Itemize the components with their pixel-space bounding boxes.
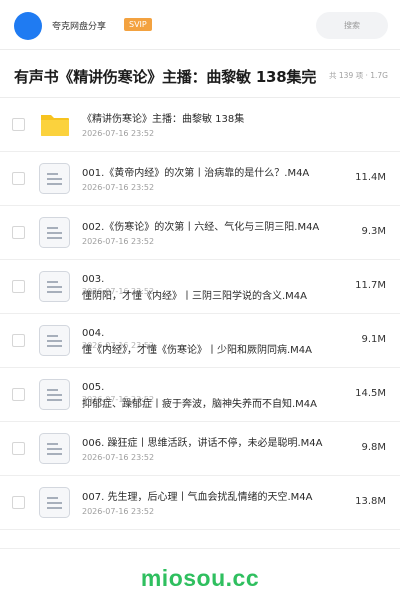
file-name: 懂阴阳，才懂《内经》丨三阴三阳学说的含义.M4A — [82, 291, 308, 302]
file-name: 002.《伤寒论》的次第丨六经、气化与三阴三阳.M4A — [82, 222, 320, 233]
file-row-folder[interactable]: 《精讲伤寒论》主播：曲黎敏 138集 2026-07-16 23:52 — [0, 98, 400, 152]
file-size: 9.8M — [361, 442, 386, 453]
row-checkbox[interactable] — [12, 280, 25, 293]
file-name-prefix: 004. — [82, 328, 105, 339]
file-name: 001.《黄帝内经》的次第丨治病靠的是什么？.M4A — [82, 168, 310, 179]
file-size: 11.4M — [355, 172, 386, 183]
file-row[interactable]: 002.《伤寒论》的次第丨六经、气化与三阴三阳.M4A 2026-07-16 2… — [0, 206, 400, 260]
document-icon — [39, 271, 70, 302]
row-checkbox[interactable] — [12, 172, 25, 185]
svip-badge: SVIP — [124, 18, 152, 31]
file-size: 9.3M — [361, 226, 386, 237]
item-count-meta: 共 139 项 · 1.7G — [329, 71, 388, 80]
file-date: 2026-07-16 23:52 — [82, 183, 155, 192]
row-checkbox[interactable] — [12, 226, 25, 239]
document-icon — [39, 163, 70, 194]
file-name-prefix: 005. — [82, 382, 105, 393]
file-size: 13.8M — [355, 496, 386, 507]
file-size: 14.5M — [355, 388, 386, 399]
file-row[interactable]: 001.《黄帝内经》的次第丨治病靠的是什么？.M4A 2026-07-16 23… — [0, 152, 400, 206]
file-name: 《精讲伤寒论》主播：曲黎敏 138集 — [82, 114, 245, 125]
document-icon — [39, 433, 70, 464]
file-date: 2026-07-16 23:52 — [82, 129, 155, 138]
row-checkbox[interactable] — [12, 334, 25, 347]
file-date: 2026-07-16 23:52 — [82, 507, 155, 516]
top-bar: 夸克网盘分享 SVIP 搜索 — [0, 0, 400, 50]
file-name-prefix: 003. — [82, 274, 105, 285]
file-date: 2026-07-16 23:52 — [82, 237, 155, 246]
file-row[interactable]: 006. 躁狂症丨思维活跃，讲话不停，未必是聪明.M4A 2026-07-16 … — [0, 422, 400, 476]
row-checkbox[interactable] — [12, 442, 25, 455]
file-size: 9.1M — [361, 334, 386, 345]
document-icon — [39, 487, 70, 518]
file-size: 11.7M — [355, 280, 386, 291]
file-name: 006. 躁狂症丨思维活跃，讲话不停，未必是聪明.M4A — [82, 438, 323, 449]
file-name: 007. 先生理，后心理丨气血会扰乱情绪的天空.M4A — [82, 492, 313, 503]
document-icon — [39, 325, 70, 356]
footer: miosou.cc — [0, 548, 400, 600]
search-input[interactable]: 搜索 — [316, 12, 388, 39]
site-watermark: miosou.cc — [140, 565, 260, 591]
row-checkbox[interactable] — [12, 496, 25, 509]
file-row[interactable]: 004. 2026-07-16 23:52 懂《内经》，才懂《伤寒论》丨少阳和厥… — [0, 314, 400, 368]
document-icon — [39, 379, 70, 410]
file-list: 《精讲伤寒论》主播：曲黎敏 138集 2026-07-16 23:52 001.… — [0, 98, 400, 530]
file-row[interactable]: 007. 先生理，后心理丨气血会扰乱情绪的天空.M4A 2026-07-16 2… — [0, 476, 400, 530]
file-row[interactable]: 003. 2026-07-16 23:52 懂阴阳，才懂《内经》丨三阴三阳学说的… — [0, 260, 400, 314]
title-bar: 有声书《精讲伤寒论》主播：曲黎敏 138集完 共 139 项 · 1.7G — [0, 52, 400, 98]
avatar[interactable] — [14, 12, 42, 40]
file-name: 抑郁症、躁郁症丨疲于奔波，脑神失养而不自知.M4A — [82, 399, 318, 410]
row-checkbox[interactable] — [12, 118, 25, 131]
row-checkbox[interactable] — [12, 388, 25, 401]
page-title: 有声书《精讲伤寒论》主播：曲黎敏 138集完 — [14, 68, 317, 86]
brand-label: 夸克网盘分享 — [52, 22, 107, 32]
file-row[interactable]: 005. 2026-07-16 23:52 抑郁症、躁郁症丨疲于奔波，脑神失养而… — [0, 368, 400, 422]
file-date: 2026-07-16 23:52 — [82, 453, 155, 462]
folder-icon — [41, 115, 69, 136]
file-name: 懂《内经》，才懂《伤寒论》丨少阳和厥阴同病.M4A — [82, 345, 313, 356]
document-icon — [39, 217, 70, 248]
